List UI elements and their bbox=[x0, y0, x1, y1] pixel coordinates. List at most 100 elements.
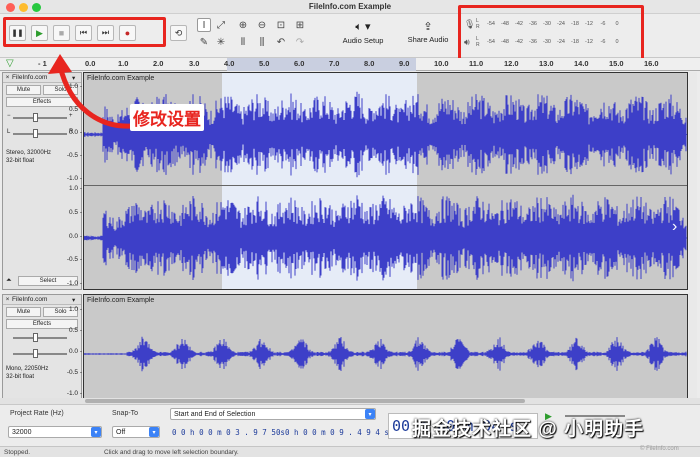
ruler-tick: 13.0 bbox=[539, 59, 554, 68]
channel-divider bbox=[84, 185, 687, 186]
track2-waveform-area[interactable]: FileInfo.com Example bbox=[83, 294, 688, 402]
dropdown-chevron-icon: ▾ bbox=[149, 427, 159, 437]
multi-tool-icon[interactable]: ✳ bbox=[214, 35, 228, 49]
track2-waveform bbox=[84, 336, 687, 372]
meter-channel-labels-2: LR bbox=[476, 36, 480, 48]
ruler-tick: 4.0 bbox=[224, 59, 235, 68]
selection-mode-value: Start and End of Selection bbox=[174, 410, 256, 418]
track2-gain-thumb[interactable] bbox=[33, 333, 38, 342]
recording-meter[interactable]: 🎙︎ LR -54 -48 -42 -36 -30 -24 -18 -12 -6 0 bbox=[464, 18, 624, 30]
dropdown-chevron-icon: ▾ bbox=[365, 409, 375, 419]
track2-mute-button[interactable]: Mute bbox=[6, 307, 41, 317]
y-tick-label: 1.0 - bbox=[68, 185, 82, 192]
skip-start-icon: ⏮ bbox=[79, 28, 88, 37]
snap-to-select[interactable]: Off ▾ bbox=[112, 426, 160, 438]
ruler-tick: 5.0 bbox=[259, 59, 270, 68]
skip-to-start-button[interactable]: ⏮ bbox=[75, 25, 92, 41]
speaker-icon: 🔈︎ ▾ bbox=[355, 21, 371, 33]
record-button[interactable]: ● bbox=[119, 25, 136, 41]
y-tick-label: -0.5 - bbox=[66, 152, 82, 159]
y-tick-label: -0.5 - bbox=[66, 369, 82, 376]
ruler-tick: 2.0 bbox=[153, 59, 164, 68]
skip-to-end-button[interactable]: ⏭ bbox=[97, 25, 114, 41]
track1-pan-thumb[interactable] bbox=[33, 129, 38, 138]
pause-icon: ❚❚ bbox=[11, 30, 24, 37]
audio-setup-label: Audio Setup bbox=[342, 36, 384, 45]
ruler-tick: 3.0 bbox=[189, 59, 200, 68]
play-button[interactable]: ▶ bbox=[31, 25, 48, 41]
ruler-tick: 7.0 bbox=[329, 59, 340, 68]
track2-pan-thumb[interactable] bbox=[33, 349, 38, 358]
play-head-triangle-icon[interactable]: ▽ bbox=[6, 59, 14, 69]
playback-meter[interactable]: 🔊︎ LR -54 -48 -42 -36 -30 -24 -18 -12 -6 0 bbox=[464, 36, 624, 48]
share-audio-label: Share Audio bbox=[407, 35, 449, 44]
y-tick-label: 0.0 - bbox=[68, 348, 82, 355]
gain-minus-icon: − bbox=[7, 113, 11, 119]
ruler-tick: 12.0 bbox=[504, 59, 519, 68]
ruler-selection bbox=[227, 58, 416, 71]
y-tick-label: 0.5 - bbox=[68, 327, 82, 334]
y-tick-label: -0.5 - bbox=[66, 256, 82, 263]
silence-icon[interactable]: ⫼ bbox=[255, 35, 269, 49]
y-tick-label: 0.5 - bbox=[68, 209, 82, 216]
fit-selection-icon[interactable]: ⊡ bbox=[274, 18, 288, 32]
speaker-meter-icon: 🔊︎ bbox=[464, 36, 470, 47]
ruler-tick: 6.0 bbox=[294, 59, 305, 68]
redo-icon[interactable]: ↷ bbox=[293, 35, 307, 49]
track2-y-axis: 1.0 - 0.5 - 0.0 - -0.5 - -1.0 - bbox=[62, 306, 82, 398]
zoom-in-icon[interactable]: ⊕ bbox=[236, 18, 250, 32]
zoom-tools: ⊕ ⊖ ⊡ ⊞ ⫴ ⫼ ↶ ↷ bbox=[236, 18, 309, 49]
fit-project-icon[interactable]: ⊞ bbox=[293, 18, 307, 32]
ruler-tick: 8.0 bbox=[364, 59, 375, 68]
status-bar: Stopped. Click and drag to move left sel… bbox=[0, 446, 700, 457]
snap-to-value: Off bbox=[116, 428, 126, 436]
track2-menu-chevron-icon[interactable]: ▾ bbox=[72, 296, 81, 304]
ruler-tick: 9.0 bbox=[399, 59, 410, 68]
track1-right-y-axis: 1.0 - 0.5 - 0.0 - -0.5 - -1.0 - bbox=[62, 185, 82, 288]
project-rate-value: 32000 bbox=[12, 428, 32, 436]
track2-pan-slider[interactable] bbox=[13, 353, 67, 355]
status-hint: Click and drag to move left selection bo… bbox=[104, 449, 239, 456]
undo-icon[interactable]: ↶ bbox=[274, 35, 288, 49]
watermark: 掘金技术社区 @ 小明助手 bbox=[412, 419, 645, 440]
loop-icon: ⟲ bbox=[174, 27, 183, 38]
audio-setup-button[interactable]: 🔈︎ ▾ Audio Setup bbox=[337, 20, 389, 45]
selection-tool-icon[interactable]: I bbox=[197, 18, 211, 32]
track1-mute-button[interactable]: Mute bbox=[6, 85, 41, 95]
collapse-icon[interactable]: ⏶ bbox=[6, 277, 18, 285]
snap-to-label: Snap-To bbox=[112, 410, 139, 417]
y-tick-label: -1.0 - bbox=[66, 175, 82, 182]
selection-mode-select[interactable]: Start and End of Selection ▾ bbox=[170, 408, 376, 420]
trim-icon[interactable]: ⫴ bbox=[236, 35, 250, 49]
loop-button[interactable]: ⟲ bbox=[170, 25, 187, 41]
annotation-label: 修改设置 bbox=[130, 104, 204, 131]
track2-gain-slider[interactable] bbox=[13, 337, 67, 339]
track2-name: FileInfo.com bbox=[12, 296, 48, 303]
stop-icon: ■ bbox=[58, 28, 65, 38]
y-tick-label: -1.0 - bbox=[66, 280, 82, 287]
horizontal-scroll-thumb[interactable] bbox=[85, 399, 525, 403]
share-audio-button[interactable]: ⇪ Share Audio bbox=[402, 20, 454, 44]
vertical-scrollbar[interactable] bbox=[689, 72, 697, 402]
ruler-tick: 15.0 bbox=[609, 59, 624, 68]
draw-tool-icon[interactable]: ✎ bbox=[197, 35, 211, 49]
y-tick-label: 0.0 - bbox=[68, 233, 82, 240]
track1-gain-thumb[interactable] bbox=[33, 113, 38, 122]
y-tick-label: -1.0 - bbox=[66, 390, 82, 397]
selection-end-time[interactable]: 0 0 h 0 0 m 0 9 . 4 9 4 s bbox=[276, 427, 389, 438]
annotation-arrow-icon bbox=[48, 54, 135, 129]
track1-close-icon[interactable]: × bbox=[3, 74, 12, 81]
chevron-right-icon: › bbox=[672, 218, 678, 235]
transport-controls: ❚❚ ▶ ■ ⏮ ⏭ ● bbox=[9, 25, 136, 41]
stop-button[interactable]: ■ bbox=[53, 25, 70, 41]
project-rate-select[interactable]: 32000 ▾ bbox=[8, 426, 102, 438]
project-rate-label: Project Rate (Hz) bbox=[10, 410, 64, 417]
zoom-out-icon[interactable]: ⊖ bbox=[255, 18, 269, 32]
track2-close-icon[interactable]: × bbox=[3, 296, 12, 303]
edit-tools: I ⤢ ✎ ✳ bbox=[197, 18, 228, 49]
pause-button[interactable]: ❚❚ bbox=[9, 25, 26, 41]
track2-header[interactable]: × FileInfo.com ▾ bbox=[3, 295, 81, 305]
envelope-tool-icon[interactable]: ⤢ bbox=[214, 18, 228, 32]
pan-left-label: L bbox=[7, 129, 11, 135]
selection-start-time[interactable]: 0 0 h 0 0 m 0 3 . 9 7 5 s bbox=[172, 427, 285, 438]
